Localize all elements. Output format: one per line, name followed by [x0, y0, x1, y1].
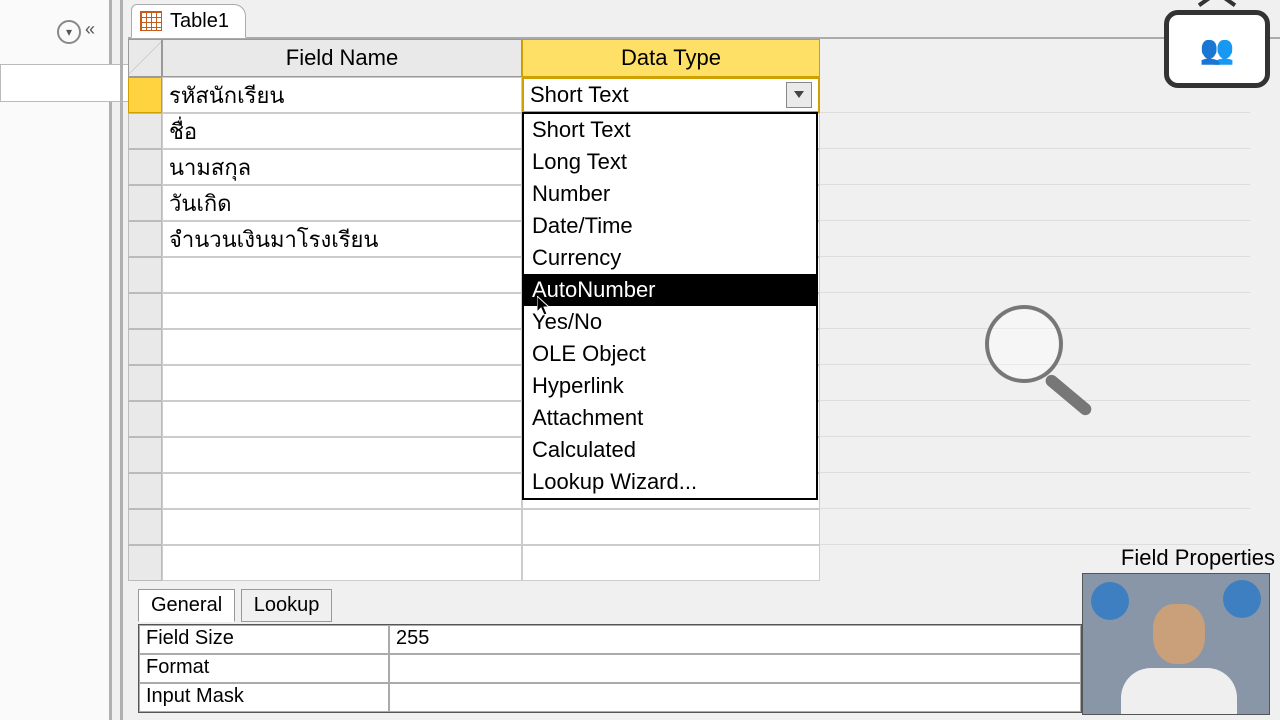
data-type-option[interactable]: Currency — [524, 242, 816, 274]
row-selector[interactable] — [128, 293, 162, 329]
chevron-down-icon — [794, 91, 804, 99]
row-selector[interactable] — [128, 401, 162, 437]
row-selector[interactable] — [128, 185, 162, 221]
property-row[interactable]: Format — [139, 654, 1081, 683]
channel-logo: 👥 — [1164, 10, 1270, 88]
data-type-cell[interactable] — [522, 545, 820, 581]
nav-category-dropdown[interactable]: ▾ — [57, 20, 81, 44]
data-type-value: Short Text — [530, 82, 629, 108]
field-name-cell[interactable] — [162, 329, 522, 365]
data-type-cell[interactable]: Short Text — [522, 77, 820, 113]
col-header-field-name[interactable]: Field Name — [162, 39, 522, 77]
data-type-option[interactable]: Calculated — [524, 434, 816, 466]
property-tabs: General Lookup — [138, 588, 332, 621]
field-name-cell[interactable] — [162, 509, 522, 545]
field-properties-heading: Field Properties — [1121, 545, 1275, 571]
tab-general[interactable]: General — [138, 589, 235, 622]
data-type-option[interactable]: Short Text — [524, 114, 816, 146]
design-row[interactable]: รหัสนักเรียน Short Text — [128, 77, 820, 113]
property-label: Field Size — [139, 625, 389, 654]
row-selector[interactable] — [128, 473, 162, 509]
property-label: Input Mask — [139, 683, 389, 712]
data-type-option[interactable]: Date/Time — [524, 210, 816, 242]
collapse-nav-icon[interactable]: « — [85, 22, 103, 40]
data-type-option[interactable]: AutoNumber — [524, 274, 816, 306]
table-tab[interactable]: Table1 — [131, 4, 246, 38]
property-row[interactable]: Input Mask — [139, 683, 1081, 712]
tab-lookup[interactable]: Lookup — [241, 589, 333, 622]
row-selector[interactable] — [128, 221, 162, 257]
tab-label: Table1 — [170, 10, 229, 33]
row-selector[interactable] — [128, 149, 162, 185]
data-type-option[interactable]: OLE Object — [524, 338, 816, 370]
data-type-dropdown[interactable]: Short TextLong TextNumberDate/TimeCurren… — [522, 112, 818, 500]
row-selector[interactable] — [128, 77, 162, 113]
field-name-cell[interactable]: จำนวนเงินมาโรงเรียน — [162, 221, 522, 257]
design-row[interactable] — [128, 509, 820, 545]
data-type-option[interactable]: Lookup Wizard... — [524, 466, 816, 498]
data-type-option[interactable]: Attachment — [524, 402, 816, 434]
row-selector[interactable] — [128, 509, 162, 545]
data-type-option[interactable]: Yes/No — [524, 306, 816, 338]
field-name-cell[interactable] — [162, 437, 522, 473]
field-name-cell[interactable] — [162, 365, 522, 401]
field-name-cell[interactable] — [162, 545, 522, 581]
property-value[interactable]: 255 — [389, 625, 1081, 654]
field-name-cell[interactable] — [162, 293, 522, 329]
col-header-data-type[interactable]: Data Type — [522, 39, 820, 77]
row-selector[interactable] — [128, 257, 162, 293]
data-type-dropdown-button[interactable] — [786, 82, 812, 108]
property-sheet[interactable]: Field Size255FormatInput Mask — [138, 624, 1082, 713]
table-icon — [140, 11, 162, 31]
row-selector[interactable] — [128, 545, 162, 581]
field-name-cell[interactable]: ชื่อ — [162, 113, 522, 149]
data-type-option[interactable]: Number — [524, 178, 816, 210]
field-name-cell[interactable] — [162, 401, 522, 437]
row-selector[interactable] — [128, 329, 162, 365]
data-type-cell[interactable] — [522, 509, 820, 545]
field-name-cell[interactable] — [162, 473, 522, 509]
data-type-option[interactable]: Hyperlink — [524, 370, 816, 402]
data-type-option[interactable]: Long Text — [524, 146, 816, 178]
field-name-cell[interactable]: รหัสนักเรียน — [162, 77, 522, 113]
field-name-cell[interactable] — [162, 257, 522, 293]
row-selector[interactable] — [128, 365, 162, 401]
design-row[interactable] — [128, 545, 820, 581]
row-selector[interactable] — [128, 113, 162, 149]
property-label: Format — [139, 654, 389, 683]
property-row[interactable]: Field Size255 — [139, 625, 1081, 654]
select-all-handle[interactable] — [128, 39, 162, 77]
property-value[interactable] — [389, 654, 1081, 683]
navigation-pane: ▾ « — [0, 0, 112, 720]
webcam-overlay — [1082, 573, 1270, 715]
pane-divider[interactable] — [120, 0, 123, 720]
field-name-cell[interactable]: นามสกุล — [162, 149, 522, 185]
row-selector[interactable] — [128, 437, 162, 473]
property-value[interactable] — [389, 683, 1081, 712]
grid-background-lines — [820, 77, 1250, 545]
field-name-cell[interactable]: วันเกิด — [162, 185, 522, 221]
